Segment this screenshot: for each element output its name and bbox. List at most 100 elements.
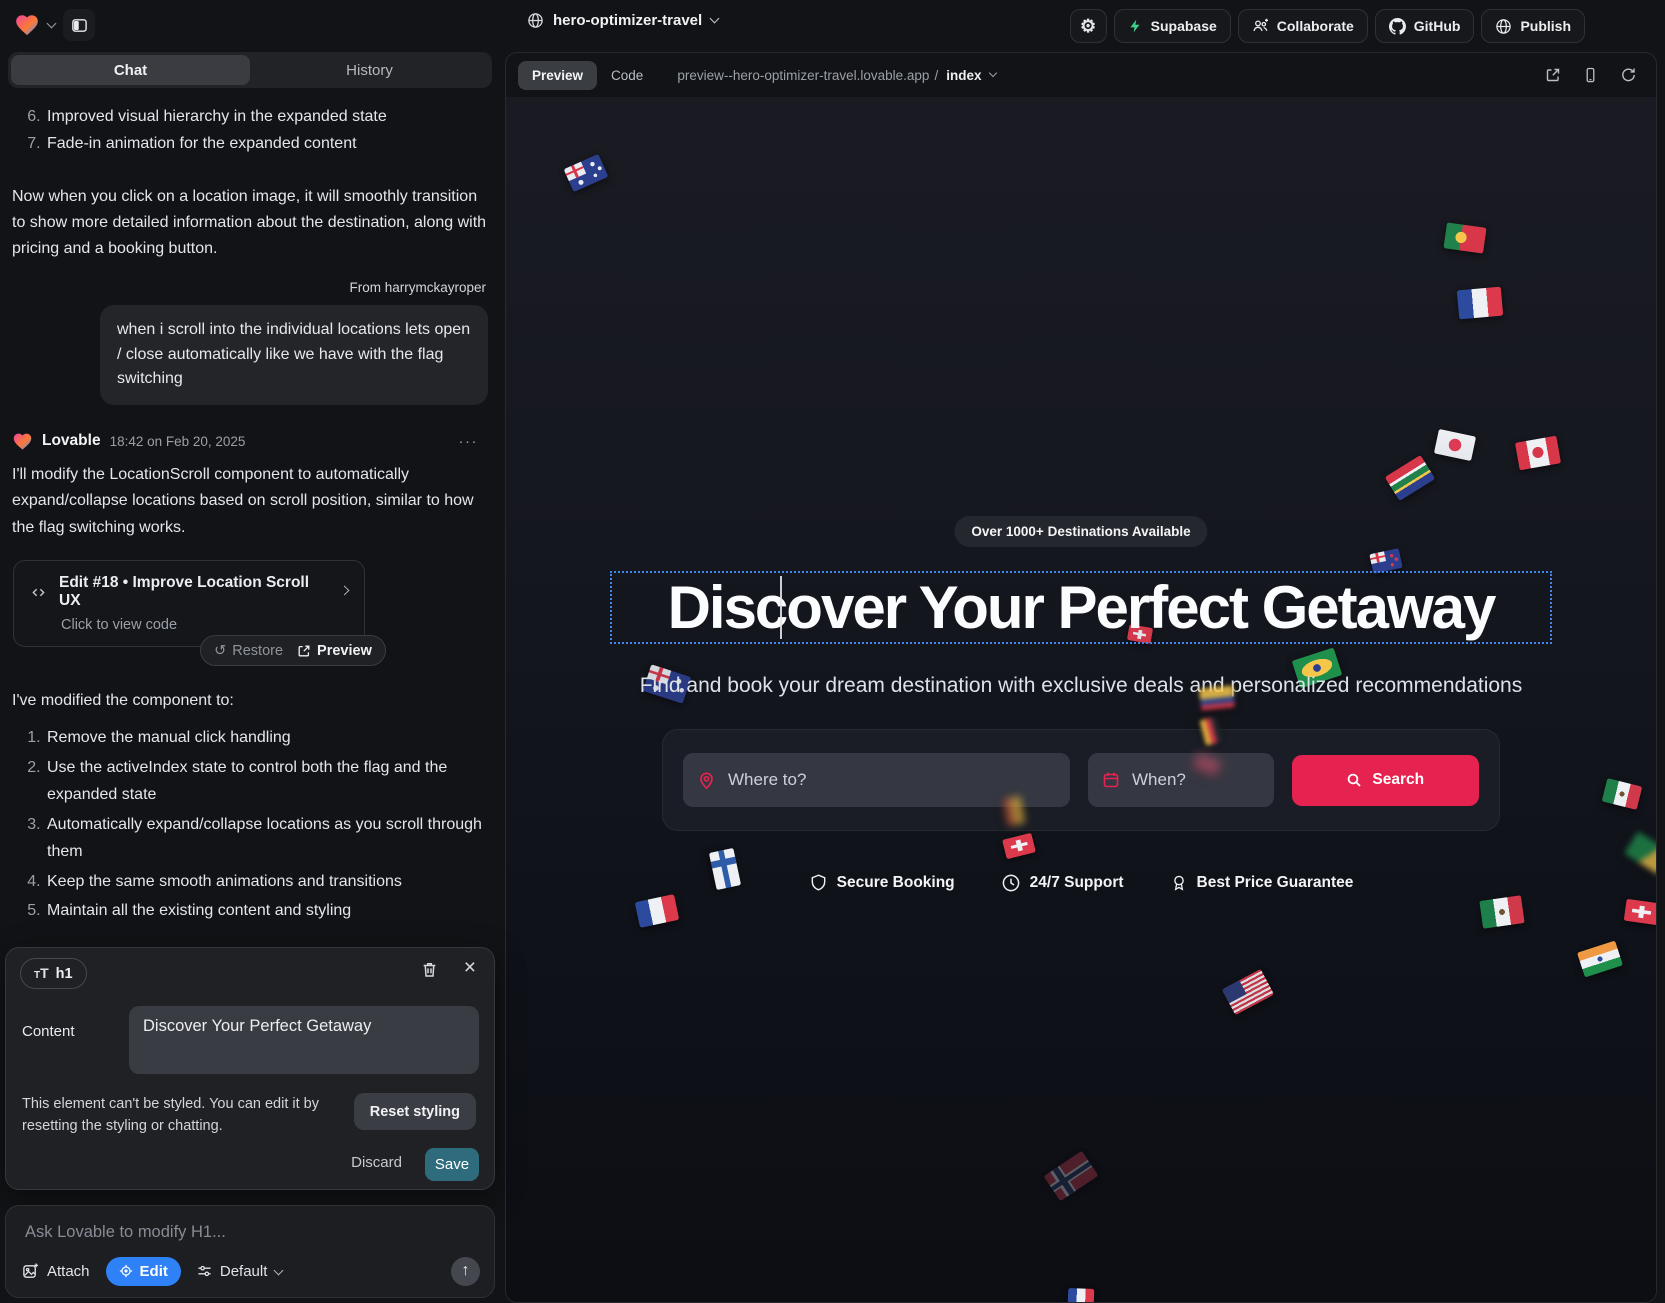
attach-button[interactable]: Attach <box>22 1263 90 1280</box>
send-button[interactable]: ↑ <box>451 1257 480 1286</box>
panel-left-icon <box>71 17 88 34</box>
mobile-device-icon <box>1583 67 1598 84</box>
model-selector[interactable]: Default <box>197 1263 283 1280</box>
mobile-view-button[interactable] <box>1583 67 1598 84</box>
flag-green-blob-icon <box>1624 831 1656 874</box>
tab-history[interactable]: History <box>250 55 489 85</box>
project-chevron-down-icon <box>710 14 720 24</box>
discard-button[interactable]: Discard <box>351 1154 402 1171</box>
message-menu-button[interactable]: ··· <box>459 433 489 450</box>
save-button[interactable]: Save <box>425 1148 479 1181</box>
content-label: Content <box>22 1023 75 1040</box>
trash-icon <box>421 961 438 979</box>
assistant-message-header: Lovable 18:42 on Feb 20, 2025 ··· <box>12 431 488 452</box>
users-plus-icon <box>1252 18 1269 34</box>
feature-badges: Secure Booking 24/7 Support Best Price G… <box>506 873 1656 893</box>
element-editor-panel: TT h1 × Content Discover Your Perfect Ge… <box>5 947 495 1190</box>
flag-usa-icon <box>1222 969 1274 1015</box>
project-name: hero-optimizer-travel <box>553 12 702 29</box>
flag-colombia-icon <box>1199 685 1235 710</box>
feature-secure-booking: Secure Booking <box>809 873 955 893</box>
flag-switzerland-icon <box>1624 899 1656 926</box>
restore-icon: ↺ <box>214 643 226 659</box>
tab-chat[interactable]: Chat <box>11 55 250 85</box>
message-timestamp: 18:42 on Feb 20, 2025 <box>110 434 246 449</box>
list-item: Improved visual hierarchy in the expande… <box>45 104 488 129</box>
toggle-sidebar-button[interactable] <box>63 9 95 41</box>
feature-support: 24/7 Support <box>1001 873 1124 893</box>
flag-japan-icon <box>1434 429 1476 461</box>
logo-chevron-down-icon[interactable] <box>47 18 57 28</box>
preview-panel: Preview Code preview--hero-optimizer-tra… <box>505 52 1657 1303</box>
restore-button[interactable]: ↺ Restore <box>214 643 283 659</box>
preview-url[interactable]: preview--hero-optimizer-travel.lovable.a… <box>677 68 996 83</box>
flag-france-icon <box>635 894 680 928</box>
top-bar: hero-optimizer-travel ⚙ Supabase Collabo… <box>0 0 1665 52</box>
site-preview: Over 1000+ Destinations Available Discov… <box>506 97 1656 1302</box>
flag-france-icon <box>1068 1288 1095 1302</box>
tab-code[interactable]: Code <box>597 61 657 90</box>
edit-card-subtitle: Click to view code <box>61 617 348 633</box>
selected-h1-element[interactable]: Discover Your Perfect Getaway <box>610 571 1552 644</box>
search-button[interactable]: Search <box>1292 755 1479 806</box>
preview-toolbar: Preview Code preview--hero-optimizer-tra… <box>506 53 1656 97</box>
list-item: Remove the manual click handling <box>45 724 484 752</box>
chat-history-tabs: Chat History <box>8 52 492 88</box>
flag-portugal-icon <box>1443 222 1486 253</box>
flag-mexico-icon <box>1479 895 1524 929</box>
list-item: Keep the same smooth animations and tran… <box>45 868 484 896</box>
flag-france-icon <box>1457 287 1503 320</box>
element-tag-badge: TT h1 <box>20 958 87 989</box>
project-switcher[interactable]: hero-optimizer-travel <box>527 12 718 29</box>
award-icon <box>1170 873 1188 893</box>
settings-button[interactable]: ⚙ <box>1070 9 1107 43</box>
chevron-down-icon <box>989 69 997 77</box>
supabase-bolt-icon <box>1128 18 1143 34</box>
flag-switzerland-icon <box>1002 833 1036 860</box>
text-caret <box>780 576 782 639</box>
hero-title: Discover Your Perfect Getaway <box>612 573 1550 642</box>
collaborate-button[interactable]: Collaborate <box>1238 9 1368 43</box>
edit-version-card[interactable]: Edit #18 • Improve Location Scroll UX Cl… <box>13 560 365 647</box>
globe-icon <box>527 12 544 29</box>
content-field[interactable]: Discover Your Perfect Getaway <box>129 1006 479 1074</box>
publish-button[interactable]: Publish <box>1481 9 1585 43</box>
tab-preview[interactable]: Preview <box>518 61 597 90</box>
assistant-change-list: Remove the manual click handlingUse the … <box>12 724 488 925</box>
github-button[interactable]: GitHub <box>1375 9 1475 43</box>
external-link-icon <box>1545 67 1561 83</box>
github-icon <box>1389 18 1406 35</box>
assistant-list-intro: I've modified the component to: <box>12 692 488 710</box>
when-input[interactable]: When? <box>1088 753 1274 807</box>
flag-mexico-icon <box>1602 778 1643 810</box>
search-icon <box>1346 772 1362 788</box>
edit-card-title: Edit #18 • Improve Location Scroll UX <box>59 574 329 610</box>
gear-icon: ⚙ <box>1080 16 1096 37</box>
typography-icon: TT <box>34 965 49 982</box>
flag-canada-icon <box>1515 436 1561 471</box>
preview-button[interactable]: Preview <box>297 643 372 659</box>
lovable-heart-icon <box>12 431 33 452</box>
search-card: Where to? When? Search <box>662 729 1500 831</box>
assistant-paragraph: I'll modify the LocationScroll component… <box>12 462 488 542</box>
delete-element-button[interactable] <box>421 961 438 979</box>
url-host: preview--hero-optimizer-travel.lovable.a… <box>677 68 929 83</box>
close-panel-button[interactable]: × <box>464 956 476 980</box>
hero-subtitle: Find and book your dream destination wit… <box>506 674 1656 698</box>
open-in-new-tab-button[interactable] <box>1545 67 1561 83</box>
user-message-bubble: when i scroll into the individual locati… <box>100 305 488 405</box>
element-tag-label: h1 <box>56 966 73 982</box>
refresh-icon <box>1620 67 1636 83</box>
composer-input[interactable]: Ask Lovable to modify H1... <box>25 1223 226 1242</box>
lovable-logo-icon[interactable] <box>14 12 40 38</box>
supabase-button[interactable]: Supabase <box>1114 9 1231 43</box>
reset-styling-button[interactable]: Reset styling <box>354 1093 476 1130</box>
clock-icon <box>1001 873 1021 893</box>
chat-composer: Ask Lovable to modify H1... Attach Edit … <box>5 1205 495 1298</box>
edit-mode-button[interactable]: Edit <box>106 1257 181 1286</box>
refresh-button[interactable] <box>1620 67 1636 83</box>
sliders-icon <box>197 1264 212 1278</box>
assistant-list-continued: Improved visual hierarchy in the expande… <box>12 104 488 156</box>
assistant-name: Lovable <box>42 432 101 450</box>
image-icon <box>22 1263 39 1280</box>
